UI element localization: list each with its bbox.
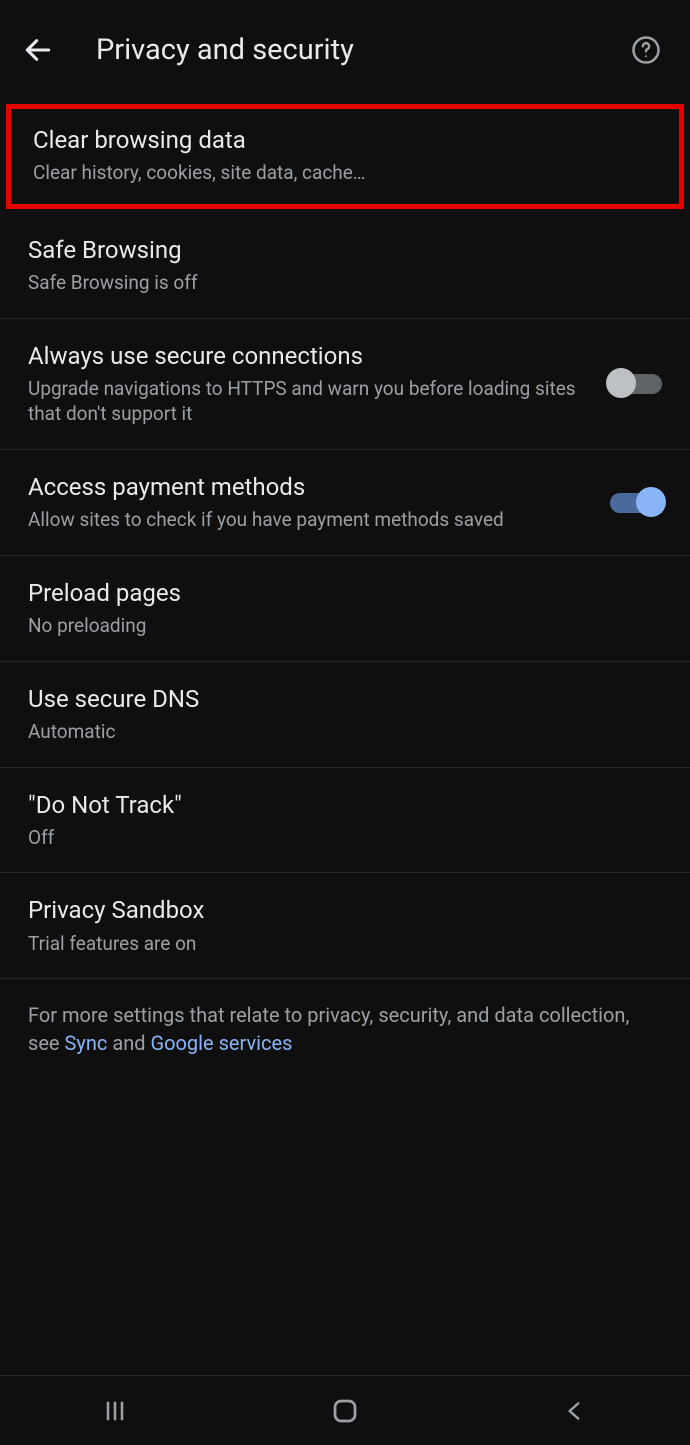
footer-info-text: For more settings that relate to privacy… [0,979,690,1079]
row-subtitle: Clear history, cookies, site data, cache… [33,160,657,186]
row-title: Use secure DNS [28,684,662,715]
row-subtitle: Automatic [28,719,662,745]
nav-home-icon[interactable] [325,1391,365,1431]
nav-recents-icon[interactable] [95,1391,135,1431]
settings-list: Clear browsing data Clear history, cooki… [0,100,690,1375]
nav-back-icon[interactable] [555,1391,595,1431]
row-subtitle: Trial features are on [28,931,662,957]
do-not-track-row[interactable]: "Do Not Track" Off [0,768,690,874]
payment-methods-row[interactable]: Access payment methods Allow sites to ch… [0,450,690,556]
row-title: Privacy Sandbox [28,895,662,926]
secure-connections-toggle[interactable] [610,374,662,394]
app-header: Privacy and security [0,0,690,100]
row-subtitle: Safe Browsing is off [28,270,662,296]
payment-methods-toggle[interactable] [610,493,662,513]
row-subtitle: Off [28,825,662,851]
safe-browsing-row[interactable]: Safe Browsing Safe Browsing is off [0,213,690,319]
row-subtitle: Allow sites to check if you have payment… [28,507,590,533]
privacy-sandbox-row[interactable]: Privacy Sandbox Trial features are on [0,873,690,979]
row-title: "Do Not Track" [28,790,662,821]
row-title: Preload pages [28,578,662,609]
preload-pages-row[interactable]: Preload pages No preloading [0,556,690,662]
help-icon[interactable] [626,30,666,70]
footer-mid: and [107,1031,150,1055]
page-title: Privacy and security [96,33,626,67]
back-arrow-icon[interactable] [18,30,58,70]
row-title: Clear browsing data [33,125,657,156]
clear-browsing-data-row[interactable]: Clear browsing data Clear history, cooki… [6,104,684,209]
secure-dns-row[interactable]: Use secure DNS Automatic [0,662,690,768]
system-nav-bar [0,1375,690,1445]
row-subtitle: No preloading [28,613,662,639]
row-title: Safe Browsing [28,235,662,266]
secure-connections-row[interactable]: Always use secure connections Upgrade na… [0,319,690,450]
row-title: Always use secure connections [28,341,590,372]
google-services-link[interactable]: Google services [150,1031,292,1055]
sync-link[interactable]: Sync [65,1031,108,1055]
row-subtitle: Upgrade navigations to HTTPS and warn yo… [28,376,590,427]
row-title: Access payment methods [28,472,590,503]
